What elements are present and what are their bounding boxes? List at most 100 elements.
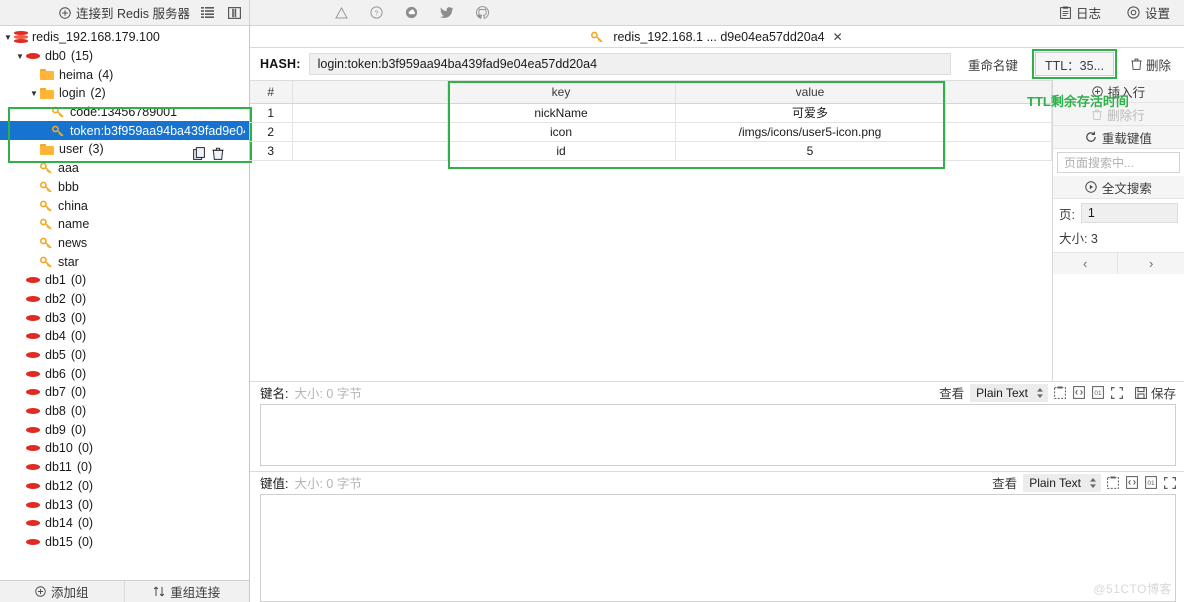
tree-item-db5[interactable]: ▶db5(0) — [0, 346, 249, 365]
key-name-textarea[interactable] — [260, 403, 1176, 466]
tree-item-login[interactable]: ▼ login (2) — [0, 84, 249, 103]
next-page-button[interactable]: › — [1118, 253, 1184, 274]
add-group-button[interactable]: 添加组 — [0, 581, 125, 602]
tree-item-db15[interactable]: ▶db15(0) — [0, 533, 249, 552]
connection-tree[interactable]: ▼redis_192.168.179.100▼db0(15)▶heima(4)▼… — [0, 26, 249, 580]
fulltext-search-button[interactable]: 全文搜索 — [1052, 176, 1184, 199]
save-key-button[interactable]: 保存 — [1135, 383, 1176, 402]
tree-item-label: db11 — [45, 460, 72, 475]
tree-item-china[interactable]: ▶china — [0, 196, 249, 215]
expand-caret-icon[interactable]: ▼ — [14, 52, 26, 61]
column-header-blank[interactable] — [292, 81, 448, 104]
tree-item-db9[interactable]: ▶db9(0) — [0, 420, 249, 439]
cell-blank[interactable] — [292, 103, 448, 123]
column-header-value[interactable]: value — [675, 81, 946, 104]
tree-item-star[interactable]: ▶star — [0, 252, 249, 271]
value-editor-icons: 01 — [1107, 476, 1176, 489]
rename-key-label: 重命名键 — [967, 58, 1018, 73]
tree-item-db13[interactable]: ▶db13(0) — [0, 495, 249, 514]
rename-key-button[interactable]: 重命名键 — [958, 52, 1027, 76]
table-row[interactable]: 1 nickName 可爱多 — [250, 103, 1052, 123]
tree-item-news[interactable]: ▶news — [0, 234, 249, 253]
page-input[interactable]: 1 — [1080, 203, 1178, 223]
cell-key[interactable]: id — [447, 141, 676, 161]
cell-index[interactable]: 1 — [250, 103, 293, 123]
cell-value[interactable]: /imgs/icons/user5-icon.png — [675, 122, 946, 142]
tree-item-db0[interactable]: ▼ db0 (15) — [0, 47, 249, 66]
help-circle-icon[interactable]: ? — [370, 6, 383, 19]
paste-icon[interactable] — [1107, 476, 1119, 489]
tree-item-heima[interactable]: ▶heima(4) — [0, 65, 249, 84]
key-name-input[interactable]: login:token:b3f959aa94ba439fad9e04ea57dd… — [308, 53, 951, 75]
expand-caret-icon[interactable]: ▼ — [2, 33, 14, 42]
tree-item-db4[interactable]: ▶db4(0) — [0, 327, 249, 346]
cell-value[interactable]: 5 — [675, 141, 946, 161]
tree-item-bbb[interactable]: ▶bbb — [0, 178, 249, 197]
tree-item-label: star — [58, 254, 79, 269]
tab-close-icon[interactable]: ✕ — [833, 30, 843, 44]
binary-view-icon[interactable]: 01 — [1145, 476, 1157, 489]
cell-key[interactable]: icon — [447, 122, 676, 142]
list-icon[interactable] — [201, 7, 214, 18]
cell-filler[interactable] — [945, 122, 1052, 142]
tree-item-db8[interactable]: ▶db8(0) — [0, 402, 249, 421]
page-search-input[interactable]: 页面搜索中... — [1056, 152, 1180, 173]
cell-blank[interactable] — [292, 141, 448, 161]
key-value-editor: 键值: 大小: 0 字节 查看 Plain Text 01 — [250, 470, 1184, 602]
tree-item-redis-192-168-179-100[interactable]: ▼ redis_192.168.179.100 — [0, 28, 249, 47]
github-icon[interactable] — [476, 6, 489, 19]
cell-index[interactable]: 3 — [250, 141, 293, 161]
tree-item-token-b3f959aa94ba439fad[interactable]: ▶token:b3f959aa94ba439fad9e04ea57dd2 — [0, 121, 249, 141]
tree-item-db12[interactable]: ▶db12(0) — [0, 477, 249, 496]
cell-filler[interactable] — [945, 141, 1052, 161]
cloud-icon[interactable] — [405, 6, 418, 19]
tab-redis-key[interactable]: redis_192.168.1 ... d9e04ea57dd20a4 ✕ — [591, 30, 843, 44]
log-button[interactable]: 日志 — [1060, 3, 1101, 22]
tree-item-name[interactable]: ▶name — [0, 215, 249, 234]
prev-page-button[interactable]: ‹ — [1052, 253, 1119, 274]
settings-button[interactable]: 设置 — [1127, 3, 1170, 22]
twitter-icon[interactable] — [440, 6, 454, 19]
cell-value[interactable]: 可爱多 — [675, 103, 946, 123]
connect-server-label: 连接到 Redis 服务器 — [76, 7, 190, 21]
paste-icon[interactable] — [1054, 386, 1066, 399]
expand-caret-icon[interactable]: ▼ — [28, 89, 40, 98]
tree-item-aaa[interactable]: ▶aaa — [0, 159, 249, 178]
key-value-textarea[interactable] — [260, 493, 1176, 602]
code-view-icon[interactable] — [1073, 386, 1085, 399]
binary-view-icon[interactable]: 01 — [1092, 386, 1104, 399]
cell-blank[interactable] — [292, 122, 448, 142]
code-view-icon[interactable] — [1126, 476, 1138, 489]
value-format-select[interactable]: Plain Text — [1023, 473, 1101, 492]
fullscreen-icon[interactable] — [1110, 386, 1123, 399]
tree-item-db7[interactable]: ▶db7(0) — [0, 383, 249, 402]
table-row[interactable]: 3 id 5 — [250, 141, 1052, 161]
tree-item-db11[interactable]: ▶db11(0) — [0, 458, 249, 477]
tree-item-db2[interactable]: ▶db2(0) — [0, 290, 249, 309]
reorder-connections-button[interactable]: 重组连接 — [125, 581, 250, 602]
cell-key[interactable]: nickName — [447, 103, 676, 123]
tree-item-db10[interactable]: ▶db10(0) — [0, 439, 249, 458]
delete-key-button[interactable]: 删除 — [1121, 52, 1180, 76]
tree-item-db3[interactable]: ▶db3(0) — [0, 308, 249, 327]
tree-item-code-13456789001[interactable]: ▶code:13456789001 — [0, 103, 249, 122]
fullscreen-icon[interactable] — [1164, 476, 1176, 489]
column-header-index[interactable]: # — [250, 81, 293, 104]
reload-value-button[interactable]: 重载键值 — [1052, 126, 1184, 149]
tree-item-db6[interactable]: ▶db6(0) — [0, 364, 249, 383]
key-format-select[interactable]: Plain Text — [970, 383, 1048, 402]
tree-item-db1[interactable]: ▶db1(0) — [0, 271, 249, 290]
column-header-key[interactable]: key — [447, 81, 676, 104]
copy-icon[interactable] — [193, 147, 206, 160]
trash-icon[interactable] — [212, 147, 224, 160]
table-row[interactable]: 2 icon/imgs/icons/user5-icon.png — [250, 122, 1052, 142]
ttl-button[interactable]: TTL：35... — [1031, 49, 1117, 79]
tree-item-label: token:b3f959aa94ba439fad9e04ea57dd2 — [70, 123, 245, 138]
warning-triangle-icon[interactable] — [335, 6, 348, 19]
reorder-connections-label: 重组连接 — [170, 586, 221, 600]
cell-index[interactable]: 2 — [250, 122, 293, 142]
tree-item-db14[interactable]: ▶db14(0) — [0, 514, 249, 533]
panel-layout-icon[interactable] — [228, 6, 241, 19]
connect-server-button[interactable]: 连接到 Redis 服务器 — [0, 0, 250, 25]
db-icon — [26, 408, 40, 415]
